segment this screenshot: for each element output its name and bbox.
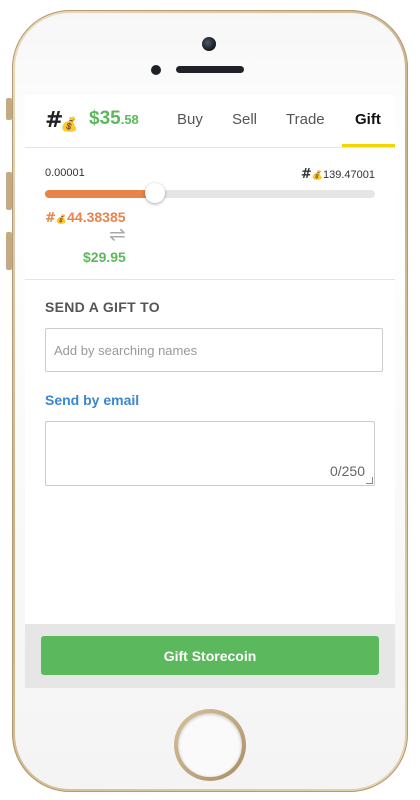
proximity-sensor — [151, 65, 161, 75]
active-tab-indicator — [342, 144, 395, 147]
amount-slider-track[interactable] — [45, 183, 375, 203]
volume-up-button — [6, 172, 12, 210]
max-hash: # — [300, 167, 312, 182]
usd-amount: $29.95 — [83, 249, 126, 265]
send-gift-heading: SEND A GIFT TO — [45, 299, 160, 315]
gift-storecoin-button[interactable]: Gift Storecoin — [41, 636, 379, 675]
top-nav: # 💰 $35.58 Buy Sell Trade Gift — [25, 95, 395, 148]
app-screen: # 💰 $35.58 Buy Sell Trade Gift 0.00001 #… — [25, 95, 395, 688]
coin-hash: # — [45, 211, 56, 226]
coin-amount-value: 44.38385 — [67, 209, 126, 225]
amount-slider-fill — [45, 190, 155, 198]
home-button[interactable] — [174, 709, 246, 781]
send-by-email-link[interactable]: Send by email — [45, 392, 139, 408]
tab-sell[interactable]: Sell — [232, 111, 257, 128]
amount-slider-thumb[interactable] — [145, 183, 165, 203]
tab-trade[interactable]: Trade — [286, 111, 325, 128]
action-footer: Gift Storecoin — [25, 624, 395, 688]
swap-arrows-icon[interactable]: ⇌ — [109, 225, 126, 245]
amount-slider-section: 0.00001 #💰139.47001 #💰44.38385 ⇌ $29.95 — [25, 148, 395, 280]
money-bag-icon: 💰 — [60, 115, 78, 132]
home-button-face — [178, 713, 242, 777]
brand-logo: # 💰 — [45, 109, 78, 133]
balance-integer: $35 — [89, 108, 121, 129]
balance: $35.58 — [89, 108, 139, 130]
recipient-search-input[interactable] — [45, 328, 383, 372]
earpiece-speaker — [176, 66, 244, 73]
money-bag-icon: 💰 — [311, 170, 323, 180]
gift-message-textarea[interactable]: 0/250 — [45, 421, 375, 486]
max-value: 139.47001 — [323, 169, 375, 181]
front-camera — [202, 37, 216, 51]
character-counter: 0/250 — [329, 463, 365, 479]
volume-down-button — [6, 232, 12, 270]
resize-handle[interactable] — [366, 477, 373, 484]
mute-switch — [6, 98, 12, 120]
tab-buy[interactable]: Buy — [177, 111, 203, 128]
tab-gift[interactable]: Gift — [355, 111, 381, 128]
money-bag-icon: 💰 — [55, 214, 68, 224]
slider-min-label: 0.00001 — [45, 167, 85, 179]
balance-decimal: .58 — [120, 112, 139, 127]
slider-max-label: #💰139.47001 — [301, 167, 375, 182]
